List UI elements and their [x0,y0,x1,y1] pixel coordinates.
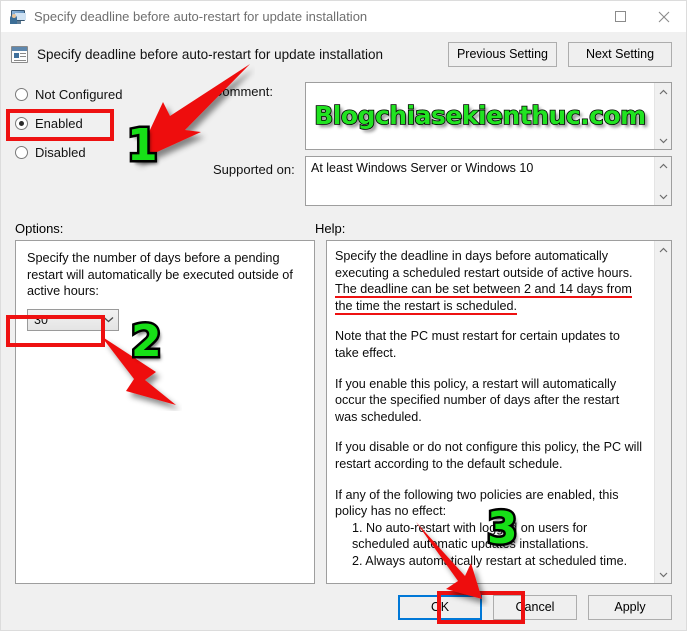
page-title: Specify deadline before auto-restart for… [37,46,383,62]
help-scroll-up-button[interactable] [655,241,671,258]
help-paragraph-3: If you enable this policy, a restart wil… [335,376,620,424]
help-paragraph-1: Specify the deadline in days before auto… [335,248,645,315]
supported-on-scrollbar[interactable] [654,157,671,205]
radio-disabled[interactable]: Disabled [15,138,213,167]
chevron-down-icon [103,316,114,323]
radio-not-configured[interactable]: Not Configured [15,80,213,109]
help-scroll-down-button[interactable] [655,566,671,583]
help-list-item-2: 2. Always automatically restart at sched… [352,553,628,568]
policy-setting-dialog: Specify deadline before auto-restart for… [0,0,687,631]
watermark-text: Blogchiasekienthuc.com [313,100,647,131]
comment-scrollbar[interactable] [654,83,671,149]
help-paragraph-2: Note that the PC must restart for certai… [335,329,620,360]
radio-enabled[interactable]: Enabled [15,109,213,138]
days-dropdown[interactable]: 30 [27,308,119,331]
radio-enabled-label: Enabled [35,116,83,131]
chevron-down-icon [659,138,667,143]
chevron-up-icon [659,247,667,252]
maximize-icon [614,11,626,22]
field-inputs-column: Blogchiasekienthuc.com At least Windows … [305,76,672,212]
section-labels-row: Options: Help: [1,212,686,240]
field-labels-column: Comment: Supported on: [213,76,305,212]
radio-not-configured-label: Not Configured [35,87,123,102]
help-panel: Specify the deadline in days before auto… [326,240,672,584]
radio-disabled-label: Disabled [35,145,86,160]
days-field-prompt: Specify the number of days before a pend… [27,251,293,298]
group-policy-setting-icon [11,45,28,63]
comment-label: Comment: [213,84,273,99]
supported-on-content: At least Windows Server or Windows 10 [306,157,654,205]
next-setting-button[interactable]: Next Setting [568,41,672,67]
radio-disabled-indicator [15,146,28,159]
dialog-footer: OK Cancel Apply [1,584,686,630]
comment-scroll-up-button[interactable] [655,83,671,100]
apply-button[interactable]: Apply [588,594,672,620]
options-label: Options: [15,221,64,236]
previous-setting-button[interactable]: Previous Setting [447,41,557,67]
window-controls [598,1,686,32]
chevron-down-icon [659,572,667,577]
help-p1-part-a: Specify the deadline in days before auto… [335,249,633,280]
chevron-up-icon [659,89,667,94]
help-list-item-1: 1. No auto-restart with logged on users … [352,520,589,552]
close-button[interactable] [642,1,686,32]
close-icon [658,11,670,22]
help-label: Help: [315,221,346,236]
state-and-metadata-area: Not Configured Enabled Disabled Comment:… [1,76,686,212]
main-panels: Specify the number of days before a pend… [1,240,686,584]
help-paragraph-5: If any of the following two policies are… [335,487,619,519]
chevron-up-icon [659,163,667,168]
ok-button[interactable]: OK [398,594,482,620]
supported-on-textbox: At least Windows Server or Windows 10 [305,156,672,206]
policy-monitor-user-icon [10,9,26,25]
setting-header: Specify deadline before auto-restart for… [1,32,686,76]
supported-on-label: Supported on: [213,162,295,177]
days-dropdown-value: 30 [34,312,48,327]
radio-not-configured-indicator [15,88,28,101]
help-paragraph-4: If you disable or do not configure this … [335,440,643,471]
title-bar: Specify deadline before auto-restart for… [1,1,686,32]
comment-content[interactable]: Blogchiasekienthuc.com [306,83,654,149]
maximize-button[interactable] [598,1,642,32]
supported-scroll-up-button[interactable] [655,157,671,174]
window-title: Specify deadline before auto-restart for… [34,9,368,24]
options-panel: Specify the number of days before a pend… [15,240,315,584]
help-scrollbar[interactable] [654,241,671,583]
comment-textbox[interactable]: Blogchiasekienthuc.com [305,82,672,150]
supported-on-value: At least Windows Server or Windows 10 [311,161,534,175]
cancel-button[interactable]: Cancel [493,594,577,620]
comment-scroll-down-button[interactable] [655,132,671,149]
help-text-content: Specify the deadline in days before auto… [327,241,654,583]
help-p1-highlighted: The deadline can be set between 2 and 14… [335,282,632,315]
state-radio-group: Not Configured Enabled Disabled [1,76,213,212]
chevron-down-icon [659,194,667,199]
supported-scroll-down-button[interactable] [655,188,671,205]
radio-enabled-indicator [15,117,28,130]
